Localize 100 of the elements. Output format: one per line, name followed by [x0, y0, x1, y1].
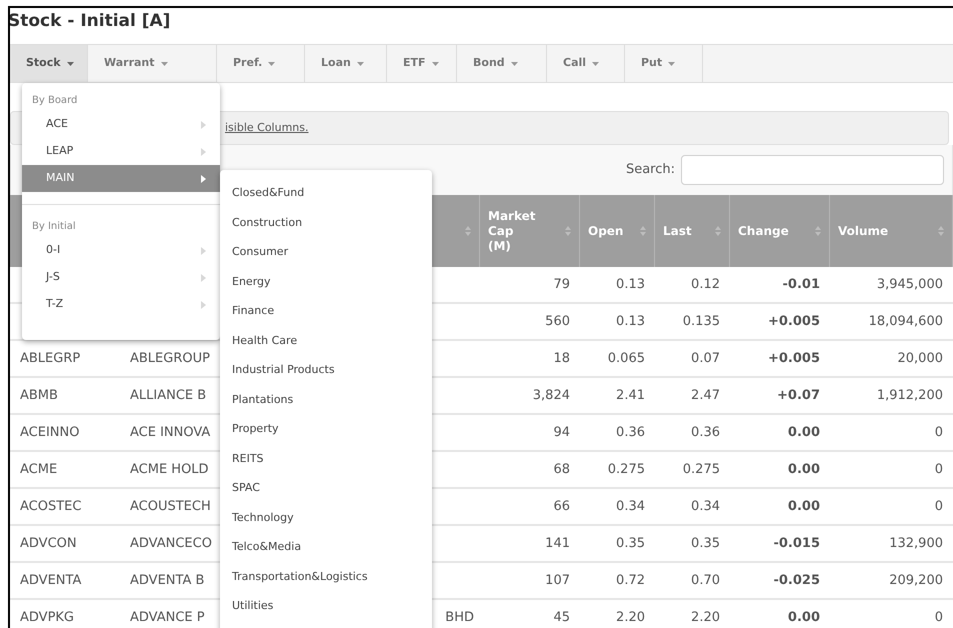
table-cell: 0.35	[691, 536, 720, 551]
table-cell: +0.005	[768, 350, 820, 366]
chevron-right-icon	[201, 300, 206, 308]
submenu-item[interactable]: Closed&Fund	[220, 178, 432, 208]
table-cell: 3,824	[532, 388, 570, 403]
submenu-item[interactable]: Technology	[220, 502, 432, 532]
table-cell: 0.00	[788, 610, 820, 625]
submenu-item[interactable]: Plantations	[220, 384, 432, 414]
page-title: Stock - Initial [A]	[8, 10, 172, 33]
table-cell: 107	[545, 572, 570, 588]
table-cell: ADVENTA	[20, 572, 82, 588]
menu-item[interactable]: ACE	[22, 111, 220, 138]
table-cell: 2.20	[616, 610, 645, 625]
table-cell: 0.07	[691, 350, 720, 366]
table-cell: 79	[553, 276, 570, 292]
table-cell: 141	[545, 536, 570, 551]
table-cell: 0.065	[608, 350, 645, 366]
menu-item[interactable]: LEAP	[22, 138, 220, 165]
submenu-item[interactable]: REITS	[220, 444, 432, 473]
menu-item[interactable]: J-S	[22, 264, 220, 291]
columns-link[interactable]: isible Columns.	[225, 120, 308, 136]
submenu-item[interactable]: Utilities	[220, 591, 432, 620]
caret-icon	[160, 62, 168, 66]
sort-icon	[640, 226, 646, 236]
table-cell: 0.12	[691, 276, 720, 292]
search-field[interactable]	[681, 155, 944, 185]
caret-icon	[268, 62, 276, 66]
table-cell: 0	[934, 498, 943, 514]
table-cell: 94	[553, 424, 570, 440]
table-cell: 0.275	[608, 462, 645, 477]
submenu-item[interactable]: SPAC	[220, 473, 432, 502]
table-cell: -0.015	[773, 536, 820, 551]
table-cell: 3,945,000	[876, 276, 943, 292]
table-cell-text: ADVANCECO	[130, 534, 212, 553]
caret-icon	[668, 62, 676, 66]
submenu-item[interactable]: Health Care	[220, 326, 432, 355]
table-cell-text: ABLEGROUP	[130, 350, 210, 368]
caret-icon	[592, 62, 600, 66]
table-cell: 209,200	[889, 572, 943, 588]
table-cell-text: ACE INNOVA	[130, 424, 210, 442]
table-cell: ABMB	[20, 388, 58, 403]
table-cell: 0.70	[691, 572, 720, 588]
submenu-item[interactable]: Construction	[220, 208, 432, 237]
table-cell: 132,900	[889, 536, 943, 551]
caret-icon	[510, 62, 518, 66]
sort-icon	[565, 226, 571, 236]
submenu-item[interactable]: Telco&Media	[220, 532, 432, 562]
sort-icon	[715, 226, 721, 236]
table-cell: 0.34	[616, 498, 645, 514]
table-cell: 0.00	[788, 424, 820, 440]
table-cell: 2.20	[691, 610, 720, 625]
submenu-item[interactable]: Industrial Products	[220, 355, 432, 384]
table-cell: 2.41	[616, 388, 645, 403]
table-cell: 0.13	[616, 276, 645, 292]
menu-heading: By Board	[31, 94, 78, 108]
submenu-item[interactable]: Consumer	[220, 237, 432, 266]
table-cell: 0.13	[616, 314, 645, 329]
table-cell: 0.00	[788, 462, 820, 477]
table-cell: +0.07	[777, 388, 820, 403]
search-label: Search:	[626, 161, 675, 180]
table-cell-text: BHD	[445, 608, 474, 627]
table-cell: 0	[934, 462, 943, 477]
table-cell: 18	[553, 350, 570, 366]
submenu-item[interactable]: Finance	[220, 296, 432, 326]
chevron-right-icon	[201, 148, 206, 156]
table-cell: 0.00	[788, 498, 820, 514]
chevron-right-icon	[201, 274, 206, 282]
table-cell: 1,912,200	[876, 388, 943, 403]
chevron-right-icon	[201, 174, 206, 182]
table-cell-text: ALLIANCE B	[130, 386, 206, 405]
table-cell-text: ACOUSTECH	[130, 498, 211, 516]
table-cell: 0.275	[682, 462, 720, 477]
table-cell: ACEINNO	[20, 424, 80, 440]
table-cell: -0.01	[782, 276, 820, 292]
table-cell: +0.005	[768, 314, 820, 329]
caret-icon	[66, 62, 74, 66]
submenu-item[interactable]: Transportation&Logistics	[220, 562, 432, 591]
table-cell: 2.47	[691, 388, 720, 403]
caret-icon	[432, 62, 439, 66]
menu-item[interactable]: T-Z	[22, 291, 220, 318]
sort-icon	[938, 226, 944, 236]
table-cell-text: ACME HOLD	[130, 460, 209, 479]
table-cell: ACME	[20, 462, 58, 477]
table-cell: 45	[553, 610, 570, 625]
tab[interactable]: Stock	[10, 45, 88, 82]
menu-item[interactable]: 0-I	[22, 237, 220, 264]
table-cell: 0.35	[616, 536, 645, 551]
submenu-item[interactable]: Property	[220, 414, 432, 444]
table-cell: 0.72	[616, 572, 645, 588]
table-cell: ADVPKG	[20, 610, 74, 625]
table-cell: 0	[934, 610, 943, 625]
caret-icon	[356, 62, 364, 66]
table-cell: ADVCON	[20, 536, 77, 551]
table-cell: 0	[934, 424, 943, 440]
chevron-right-icon	[201, 120, 206, 128]
table-cell: -0.025	[773, 572, 820, 588]
table-cell: ACOSTEC	[20, 498, 82, 514]
table-cell-text: ADVANCE P	[130, 608, 205, 627]
table-cell: 0.36	[691, 424, 720, 440]
submenu-item[interactable]: Energy	[220, 266, 432, 296]
